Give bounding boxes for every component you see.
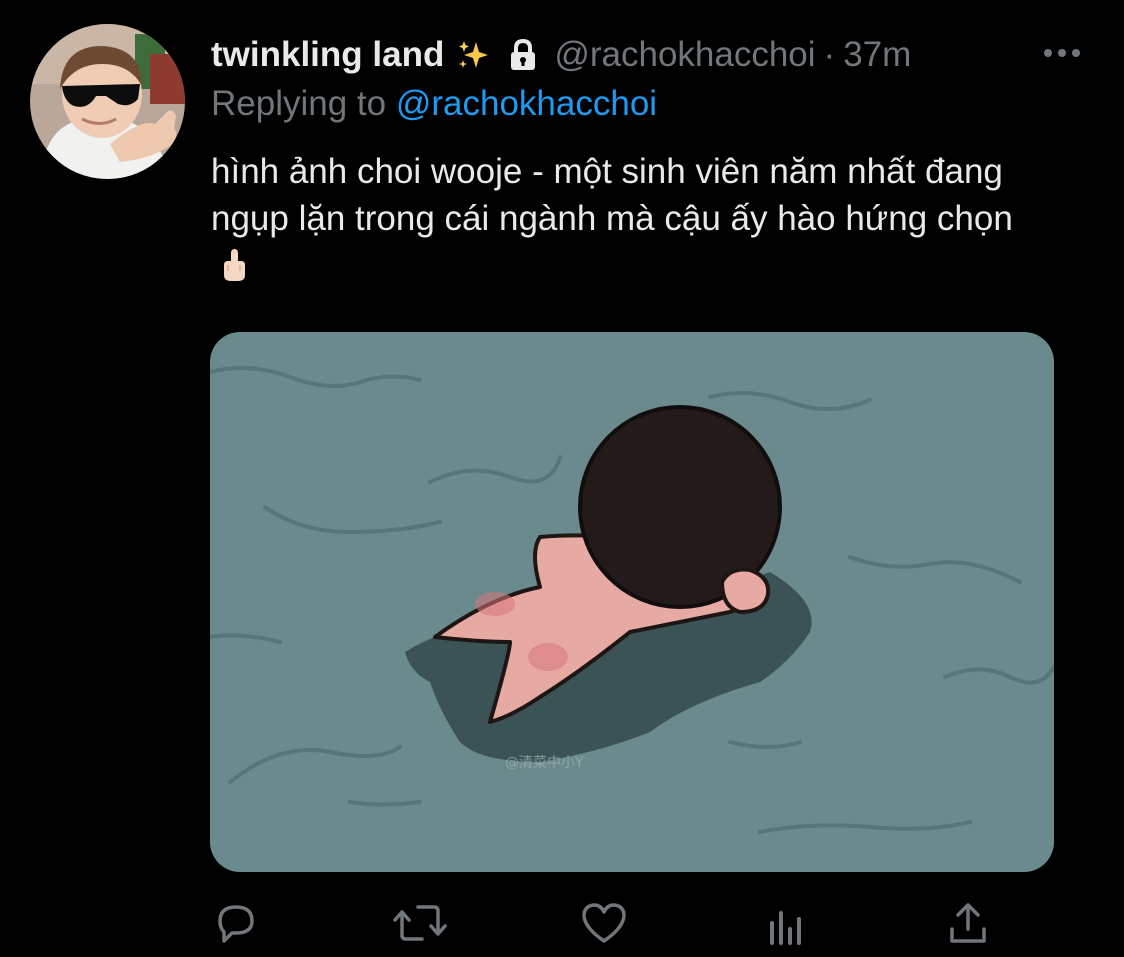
separator-dot: · — [823, 35, 836, 74]
action-bar — [0, 895, 1124, 955]
avatar-image — [30, 24, 185, 179]
media-watermark: @清菜中小Y — [505, 755, 584, 771]
replying-to-label: Replying to — [211, 84, 387, 123]
more-options-button[interactable] — [1040, 38, 1084, 68]
sparkles-icon — [456, 38, 490, 72]
tweet-text: hình ảnh choi wooje - một sinh viên năm … — [211, 148, 1041, 289]
timestamp[interactable]: 37m — [843, 35, 911, 75]
share-icon — [950, 903, 986, 943]
share-button[interactable] — [940, 895, 996, 951]
tweet-media-image[interactable]: @清菜中小Y — [210, 332, 1054, 872]
more-icon — [1044, 49, 1080, 57]
reply-button[interactable] — [208, 895, 264, 951]
reply-icon — [218, 905, 254, 943]
like-button[interactable] — [576, 895, 632, 951]
heart-icon — [582, 903, 626, 943]
tweet-header: twinkling land @rachokhacchoi · 37m — [211, 30, 911, 80]
retweet-button[interactable] — [392, 895, 448, 951]
replying-to: Replying to @rachokhacchoi — [211, 84, 657, 124]
avatar[interactable] — [30, 24, 185, 179]
tweet-body: hình ảnh choi wooje - một sinh viên năm … — [211, 152, 1013, 238]
author-handle[interactable]: @rachokhacchoi — [554, 35, 815, 75]
analytics-icon — [770, 911, 801, 945]
retweet-icon — [393, 905, 447, 941]
lock-icon — [506, 38, 540, 72]
analytics-button[interactable] — [758, 895, 814, 951]
media-illustration: @清菜中小Y — [210, 332, 1054, 872]
display-name[interactable]: twinkling land — [211, 35, 444, 75]
tweet[interactable]: twinkling land @rachokhacchoi · 37m Repl… — [0, 0, 1124, 957]
replying-to-handle[interactable]: @rachokhacchoi — [396, 84, 657, 123]
middle-finger-emoji — [219, 247, 249, 283]
